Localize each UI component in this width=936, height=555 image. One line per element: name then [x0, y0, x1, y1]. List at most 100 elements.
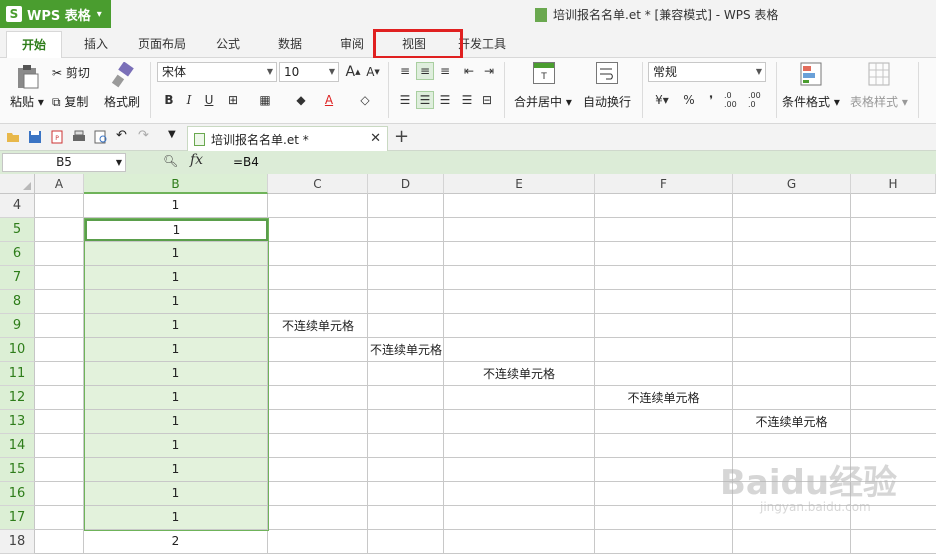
cell-c7[interactable]: [268, 266, 368, 290]
underline-button[interactable]: U: [200, 91, 218, 109]
cell-g8[interactable]: [733, 290, 851, 314]
column-header-g[interactable]: G: [733, 174, 851, 194]
cell-c17[interactable]: [268, 506, 368, 530]
cell-a15[interactable]: [35, 458, 84, 482]
cell-g7[interactable]: [733, 266, 851, 290]
decrease-font-button[interactable]: A ▼: [364, 63, 382, 81]
cell-g9[interactable]: [733, 314, 851, 338]
cell-c11[interactable]: [268, 362, 368, 386]
cell-d15[interactable]: [368, 458, 444, 482]
cell-f11[interactable]: [595, 362, 733, 386]
cell-f5[interactable]: [595, 218, 733, 242]
cell-d10[interactable]: 不连续单元格: [368, 338, 444, 362]
column-header-a[interactable]: A: [35, 174, 84, 194]
cell-g10[interactable]: [733, 338, 851, 362]
indent-increase-icon[interactable]: ⇥: [480, 62, 498, 80]
row-header[interactable]: 8: [0, 290, 35, 314]
column-header-h[interactable]: H: [851, 174, 936, 194]
cell-f13[interactable]: [595, 410, 733, 434]
cell-b6[interactable]: 1: [84, 242, 268, 266]
cell-c10[interactable]: [268, 338, 368, 362]
font-color-icon[interactable]: A: [320, 91, 338, 109]
cell-a18[interactable]: [35, 530, 84, 554]
cell-a11[interactable]: [35, 362, 84, 386]
cell-f10[interactable]: [595, 338, 733, 362]
cell-g13[interactable]: 不连续单元格: [733, 410, 851, 434]
cell-d14[interactable]: [368, 434, 444, 458]
cell-e6[interactable]: [444, 242, 595, 266]
cell-h11[interactable]: [851, 362, 936, 386]
cell-e11[interactable]: 不连续单元格: [444, 362, 595, 386]
align-bottom-icon[interactable]: ≡: [436, 62, 454, 80]
cell-f12[interactable]: 不连续单元格: [595, 386, 733, 410]
row-header[interactable]: 4: [0, 194, 35, 218]
cell-a7[interactable]: [35, 266, 84, 290]
row-header[interactable]: 12: [0, 386, 35, 410]
row-header[interactable]: 13: [0, 410, 35, 434]
currency-icon[interactable]: ¥▾: [650, 91, 674, 109]
close-icon[interactable]: ✕: [370, 131, 381, 146]
export-pdf-icon[interactable]: P: [50, 130, 64, 144]
cell-e8[interactable]: [444, 290, 595, 314]
zoom-icon[interactable]: 🔍︎: [163, 154, 178, 168]
select-all-corner[interactable]: [0, 174, 35, 194]
row-header[interactable]: 16: [0, 482, 35, 506]
tab-page-layout[interactable]: 页面布局: [130, 31, 194, 58]
tab-insert[interactable]: 插入: [70, 31, 122, 58]
formula-input[interactable]: =B4: [233, 155, 259, 169]
row-header[interactable]: 18: [0, 530, 35, 554]
align-center-icon[interactable]: ☰: [416, 91, 434, 109]
cell-d9[interactable]: [368, 314, 444, 338]
print-icon[interactable]: [72, 130, 86, 144]
increase-decimal-button[interactable]: .0 .00: [724, 91, 746, 109]
tab-formulas[interactable]: 公式: [204, 31, 252, 58]
cell-d7[interactable]: [368, 266, 444, 290]
cell-c9[interactable]: 不连续单元格: [268, 314, 368, 338]
cell-d17[interactable]: [368, 506, 444, 530]
cell-f4[interactable]: [595, 194, 733, 218]
name-box[interactable]: B5 ▼: [2, 153, 126, 172]
cell-h5[interactable]: [851, 218, 936, 242]
print-preview-icon[interactable]: [94, 130, 108, 144]
cell-c15[interactable]: [268, 458, 368, 482]
row-header[interactable]: 7: [0, 266, 35, 290]
cell-e12[interactable]: [444, 386, 595, 410]
cell-e10[interactable]: [444, 338, 595, 362]
tab-home[interactable]: 开始: [6, 31, 62, 58]
cell-h12[interactable]: [851, 386, 936, 410]
justify-icon[interactable]: ☰: [458, 91, 476, 109]
percent-button[interactable]: %: [680, 91, 698, 109]
cell-c4[interactable]: [268, 194, 368, 218]
fill-color-icon[interactable]: ◆: [292, 91, 310, 109]
cell-h10[interactable]: [851, 338, 936, 362]
cut-button[interactable]: ✂ 剪切: [52, 64, 90, 81]
cell-a5[interactable]: [35, 218, 84, 242]
cell-f15[interactable]: [595, 458, 733, 482]
row-header[interactable]: 11: [0, 362, 35, 386]
new-tab-icon[interactable]: +: [394, 126, 409, 147]
cell-f9[interactable]: [595, 314, 733, 338]
align-top-icon[interactable]: ≡: [396, 62, 414, 80]
cell-b14[interactable]: 1: [84, 434, 268, 458]
cell-h4[interactable]: [851, 194, 936, 218]
cell-e18[interactable]: [444, 530, 595, 554]
cell-f6[interactable]: [595, 242, 733, 266]
bold-button[interactable]: B: [160, 91, 178, 109]
cell-d16[interactable]: [368, 482, 444, 506]
cell-e9[interactable]: [444, 314, 595, 338]
cell-g6[interactable]: [733, 242, 851, 266]
row-header[interactable]: 14: [0, 434, 35, 458]
cell-a8[interactable]: [35, 290, 84, 314]
cell-g18[interactable]: [733, 530, 851, 554]
italic-button[interactable]: I: [180, 91, 198, 109]
row-header[interactable]: 9: [0, 314, 35, 338]
cell-e17[interactable]: [444, 506, 595, 530]
cell-g5[interactable]: [733, 218, 851, 242]
cell-c18[interactable]: [268, 530, 368, 554]
cell-b17[interactable]: 1: [84, 506, 268, 530]
cell-f7[interactable]: [595, 266, 733, 290]
increase-font-button[interactable]: A ▲: [344, 63, 362, 81]
cell-a6[interactable]: [35, 242, 84, 266]
cell-e7[interactable]: [444, 266, 595, 290]
cell-f18[interactable]: [595, 530, 733, 554]
